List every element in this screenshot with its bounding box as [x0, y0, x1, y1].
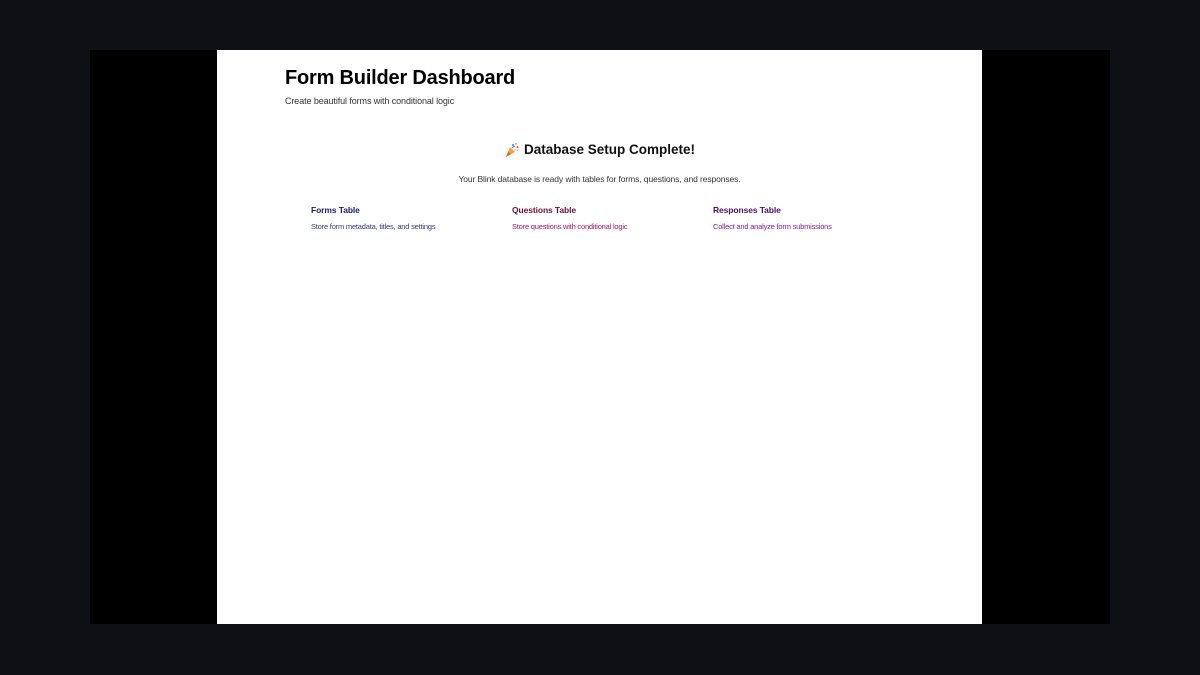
dashboard-page: Form Builder Dashboard Create beautiful …: [217, 50, 982, 624]
forms-table-card: Forms Table Store form metadata, titles,…: [311, 205, 501, 231]
setup-complete-banner: Database Setup Complete! Your Blink data…: [217, 142, 982, 184]
page-header: Form Builder Dashboard Create beautiful …: [285, 67, 515, 107]
party-popper-icon: [504, 142, 520, 158]
responses-table-description: Collect and analyze form submissions: [713, 222, 832, 231]
page-title: Form Builder Dashboard: [285, 67, 516, 89]
forms-table-title: Forms Table: [311, 205, 360, 215]
setup-title-row: Database Setup Complete!: [504, 142, 695, 158]
database-tables-list: Forms Table Store form metadata, titles,…: [311, 205, 931, 245]
setup-description: Your Blink database is ready with tables…: [458, 174, 741, 184]
browser-frame: Form Builder Dashboard Create beautiful …: [90, 50, 1110, 624]
questions-table-title: Questions Table: [512, 205, 576, 215]
questions-table-card: Questions Table Store questions with con…: [512, 205, 702, 231]
setup-title: Database Setup Complete!: [523, 142, 696, 157]
responses-table-title: Responses Table: [713, 205, 781, 215]
forms-table-description: Store form metadata, titles, and setting…: [311, 222, 436, 231]
questions-table-description: Store questions with conditional logic: [512, 222, 628, 231]
responses-table-card: Responses Table Collect and analyze form…: [713, 205, 903, 231]
page-subtitle: Create beautiful forms with conditional …: [285, 96, 455, 106]
